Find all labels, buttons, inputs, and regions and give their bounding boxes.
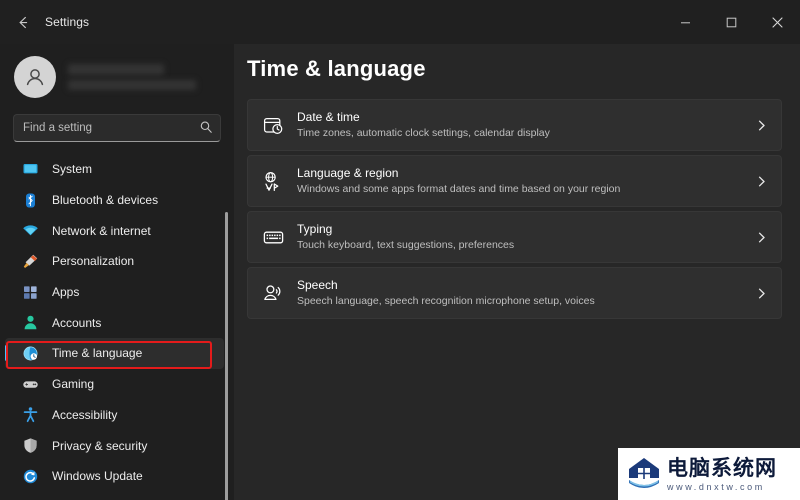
back-arrow-icon bbox=[16, 15, 31, 30]
sidebar-item-privacy-security[interactable]: Privacy & security bbox=[5, 430, 224, 461]
apps-grid-icon bbox=[21, 283, 39, 301]
watermark-text: 电脑系统网 www.dnxtw.com bbox=[667, 456, 777, 493]
sidebar-item-label: Apps bbox=[52, 285, 80, 300]
sidebar-item-personalization[interactable]: Personalization bbox=[5, 246, 224, 277]
title-bar: Settings bbox=[0, 0, 800, 44]
update-icon bbox=[21, 467, 39, 485]
sidebar-item-network-internet[interactable]: Network & internet bbox=[5, 215, 224, 246]
display-icon bbox=[21, 160, 39, 178]
navigation-list: System Bluetooth & devices Network & int… bbox=[0, 154, 234, 494]
card-title: Date & time bbox=[297, 110, 360, 124]
chevron-right-icon bbox=[753, 285, 769, 301]
chevron-right-icon bbox=[753, 173, 769, 189]
card-subtitle: Touch keyboard, text suggestions, prefer… bbox=[297, 239, 515, 251]
card-text: Date & time Time zones, automatic clock … bbox=[297, 110, 753, 140]
paintbrush-icon bbox=[21, 252, 39, 270]
person-avatar-icon bbox=[26, 69, 44, 86]
sidebar-item-label: Gaming bbox=[52, 377, 95, 392]
card-title: Speech bbox=[297, 278, 338, 292]
settings-card-language-region[interactable]: Language & region Windows and some apps … bbox=[247, 155, 782, 207]
person-icon bbox=[21, 314, 39, 332]
site-watermark: 电脑系统网 www.dnxtw.com bbox=[618, 448, 800, 500]
back-button[interactable] bbox=[6, 7, 40, 37]
sidebar-item-system[interactable]: System bbox=[5, 154, 224, 185]
card-text: Typing Touch keyboard, text suggestions,… bbox=[297, 222, 753, 252]
shield-icon bbox=[21, 437, 39, 455]
account-name-redacted bbox=[68, 64, 164, 75]
settings-window: Settings Find a setting System Bluetooth… bbox=[0, 0, 800, 500]
close-icon bbox=[771, 16, 783, 28]
language-icon bbox=[262, 170, 284, 192]
chevron-right-icon bbox=[753, 229, 769, 245]
card-title: Language & region bbox=[297, 166, 399, 180]
calendar-clock-icon bbox=[262, 114, 284, 136]
sidebar-item-accounts[interactable]: Accounts bbox=[5, 307, 224, 338]
chevron-right-icon bbox=[753, 117, 769, 133]
card-subtitle: Windows and some apps format dates and t… bbox=[297, 183, 621, 195]
sidebar-scrollbar-thumb[interactable] bbox=[225, 212, 228, 500]
minimize-button[interactable] bbox=[662, 0, 708, 44]
account-identity bbox=[68, 64, 196, 90]
window-title: Settings bbox=[45, 15, 90, 29]
watermark-brand: 电脑系统网 bbox=[667, 455, 777, 480]
sidebar-item-label: Network & internet bbox=[52, 223, 151, 238]
sidebar-item-time-language[interactable]: Time & language bbox=[5, 338, 224, 369]
sidebar-item-label: Accessibility bbox=[52, 407, 118, 422]
main-content: Time & language Date & time Time zones, … bbox=[234, 44, 800, 500]
account-header[interactable] bbox=[0, 44, 234, 100]
keyboard-icon bbox=[262, 226, 284, 248]
sidebar-item-label: Accounts bbox=[52, 315, 102, 330]
accessibility-icon bbox=[21, 406, 39, 424]
card-text: Language & region Windows and some apps … bbox=[297, 166, 753, 196]
sidebar-item-bluetooth-devices[interactable]: Bluetooth & devices bbox=[5, 185, 224, 216]
settings-card-date-time[interactable]: Date & time Time zones, automatic clock … bbox=[247, 99, 782, 151]
card-subtitle: Speech language, speech recognition micr… bbox=[297, 295, 595, 307]
settings-card-speech[interactable]: Speech Speech language, speech recogniti… bbox=[247, 267, 782, 319]
maximize-button[interactable] bbox=[708, 0, 754, 44]
card-subtitle: Time zones, automatic clock settings, ca… bbox=[297, 127, 550, 139]
sidebar-item-label: Time & language bbox=[52, 346, 143, 361]
page-title: Time & language bbox=[247, 56, 426, 81]
sidebar-item-gaming[interactable]: Gaming bbox=[5, 369, 224, 400]
speech-icon bbox=[262, 282, 284, 304]
close-button[interactable] bbox=[754, 0, 800, 44]
globe-clock-icon bbox=[21, 344, 39, 362]
sidebar-item-label: Windows Update bbox=[52, 469, 143, 484]
account-email-redacted bbox=[68, 80, 196, 90]
window-controls bbox=[662, 0, 800, 44]
minimize-icon bbox=[680, 17, 691, 28]
search-input[interactable] bbox=[13, 114, 221, 142]
search-container bbox=[13, 114, 221, 142]
sidebar-item-label: Personalization bbox=[52, 254, 135, 269]
sidebar-item-apps[interactable]: Apps bbox=[5, 277, 224, 308]
sidebar-item-label: Bluetooth & devices bbox=[52, 193, 159, 208]
card-text: Speech Speech language, speech recogniti… bbox=[297, 278, 753, 308]
sidebar-item-windows-update[interactable]: Windows Update bbox=[5, 461, 224, 492]
sidebar-item-accessibility[interactable]: Accessibility bbox=[5, 400, 224, 431]
settings-card-typing[interactable]: Typing Touch keyboard, text suggestions,… bbox=[247, 211, 782, 263]
gamepad-icon bbox=[21, 375, 39, 393]
watermark-url: www.dnxtw.com bbox=[667, 481, 765, 492]
sidebar-scrollbar-track[interactable] bbox=[225, 212, 228, 500]
maximize-icon bbox=[726, 17, 737, 28]
avatar bbox=[14, 56, 56, 98]
watermark-house-logo bbox=[629, 458, 659, 488]
sidebar-item-label: Privacy & security bbox=[52, 438, 148, 453]
bluetooth-icon bbox=[21, 191, 39, 209]
settings-card-list: Date & time Time zones, automatic clock … bbox=[234, 99, 800, 319]
sidebar: System Bluetooth & devices bbox=[0, 44, 234, 500]
card-title: Typing bbox=[297, 222, 333, 236]
sidebar-item-label: System bbox=[52, 162, 93, 177]
wifi-icon bbox=[21, 222, 39, 240]
